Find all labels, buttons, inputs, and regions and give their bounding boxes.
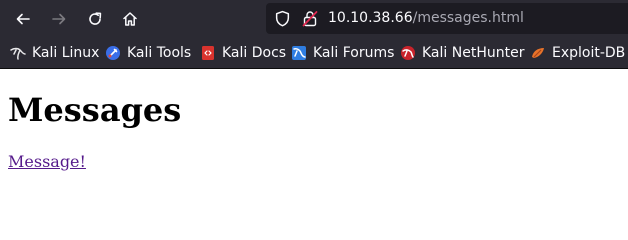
address-bar[interactable]: 10.10.38.66/messages.html bbox=[266, 3, 628, 34]
forward-button[interactable] bbox=[44, 4, 74, 34]
bookmark-kali-forums[interactable]: Kali Forums bbox=[291, 44, 394, 62]
home-button[interactable] bbox=[115, 4, 145, 34]
back-button[interactable] bbox=[8, 4, 38, 34]
bookmarks-toolbar: Kali Linux Kali Tools Kali Docs Kali For… bbox=[0, 37, 628, 69]
bookmark-kali-nethunter[interactable]: Kali NetHunter bbox=[400, 44, 524, 62]
url-path: /messages.html bbox=[412, 10, 524, 26]
arrow-left-icon bbox=[16, 13, 30, 25]
kali-nethunter-icon bbox=[401, 46, 415, 60]
reload-icon bbox=[89, 12, 102, 25]
bookmark-label: Kali Forums bbox=[313, 45, 395, 61]
bookmark-label: Kali NetHunter bbox=[422, 45, 525, 61]
bookmark-kali-docs[interactable]: Kali Docs bbox=[200, 44, 286, 62]
home-icon bbox=[123, 12, 137, 26]
exploit-db-icon bbox=[532, 48, 544, 58]
bookmark-kali-tools[interactable]: Kali Tools bbox=[105, 44, 191, 62]
page-title: Messages bbox=[8, 91, 182, 129]
insecure-lock-icon[interactable] bbox=[302, 10, 318, 27]
bookmark-exploit-db[interactable]: Exploit-DB bbox=[530, 44, 625, 62]
url-text[interactable]: 10.10.38.66/messages.html bbox=[328, 10, 524, 27]
bookmark-label: Exploit-DB bbox=[552, 45, 626, 61]
bookmark-label: Kali Tools bbox=[127, 45, 192, 61]
bookmark-kali-linux[interactable]: Kali Linux bbox=[10, 44, 99, 62]
page-content: Messages Message! bbox=[0, 69, 628, 223]
kali-dragon-icon bbox=[10, 47, 26, 60]
arrow-right-icon bbox=[52, 13, 66, 25]
kali-forums-icon bbox=[292, 46, 306, 60]
url-host: 10.10.38.66 bbox=[328, 10, 413, 26]
reload-button[interactable] bbox=[80, 4, 110, 34]
kali-docs-icon bbox=[202, 46, 214, 60]
bookmark-label: Kali Linux bbox=[32, 45, 100, 61]
message-link[interactable]: Message! bbox=[8, 152, 86, 171]
browser-toolbar: 10.10.38.66/messages.html bbox=[0, 0, 628, 37]
shield-icon[interactable] bbox=[274, 10, 291, 27]
kali-tools-icon bbox=[106, 46, 120, 60]
bookmark-label: Kali Docs bbox=[222, 45, 287, 61]
